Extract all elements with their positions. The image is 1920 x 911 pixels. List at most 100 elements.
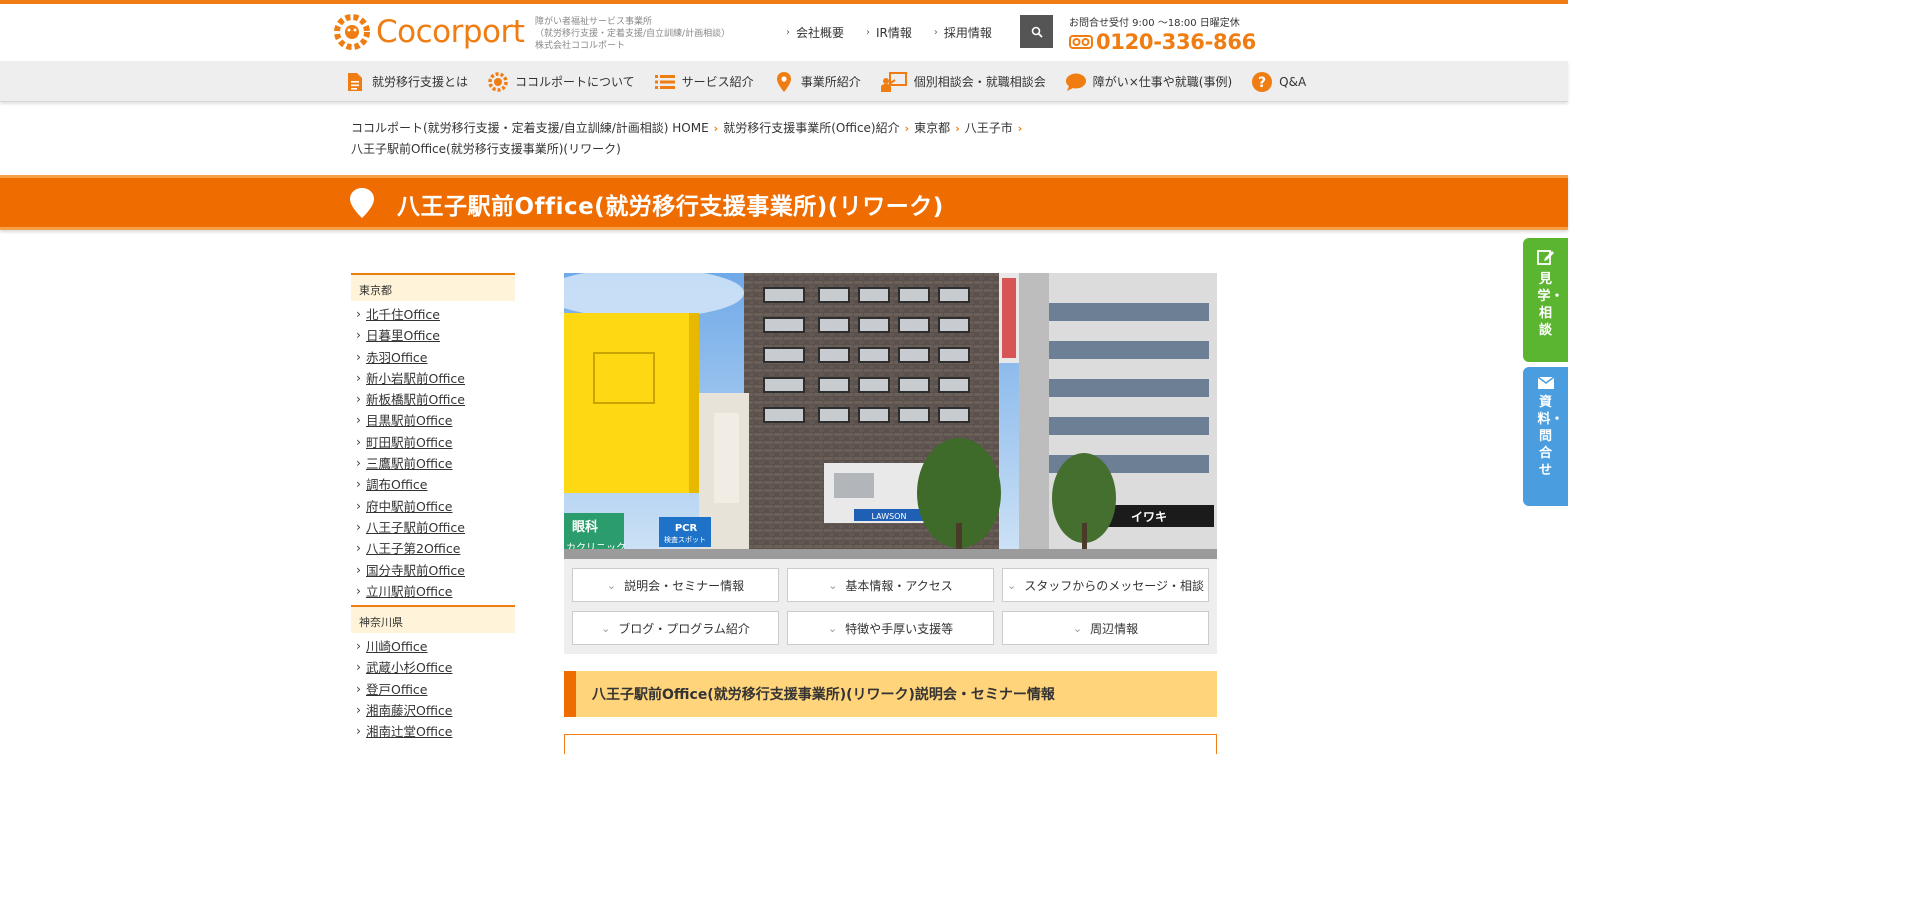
top-links: › 会社概要 › IR情報 › 採用情報 [786, 24, 1014, 41]
sidebar-item[interactable]: 北千住Office [351, 303, 515, 325]
gnav-item-offices[interactable]: 事業所紹介 [774, 71, 861, 92]
question-icon: ? [1252, 71, 1273, 92]
sidebar-item[interactable]: 町田駅前Office [351, 431, 515, 453]
page-title: 八王子駅前Office(就労移行支援事業所)(リワーク) [397, 194, 944, 220]
tab-label: 基本情報・アクセス [845, 578, 953, 593]
tab-label: 説明会・セミナー情報 [624, 578, 745, 593]
sidebar-item[interactable]: 赤羽Office [351, 346, 515, 368]
phone-number[interactable]: 0120-336-866 [1069, 30, 1256, 54]
photo-sign-lawson: LAWSON [872, 512, 907, 521]
chevron-down-icon: ⌄ [601, 621, 611, 635]
site-logo[interactable]: Cocorport [334, 14, 525, 50]
chevron-right-icon: › [1017, 122, 1023, 135]
logo-text: Cocorport [376, 14, 525, 50]
breadcrumb: ココルポート(就労移行支援・定着支援/自立訓練/計画相談) HOME › 就労移行支… [351, 118, 1051, 159]
sidebar-item[interactable]: 新板橋駅前Office [351, 388, 515, 410]
tab-features[interactable]: ⌄ 特徴や手厚い支援等 [787, 611, 994, 645]
phone-text: 0120-336-866 [1096, 30, 1256, 54]
gnav-item-cases[interactable]: 障がい×仕事や就職(事例) [1065, 72, 1233, 92]
tab-label: 特徴や手厚い支援等 [845, 621, 954, 636]
gnav-item-about-service[interactable]: 就労移行支援とは [345, 72, 468, 92]
gnav-label: 個別相談会・就職相談会 [913, 75, 1046, 89]
documents-inquiry-label: 資料・問合せ [1537, 395, 1564, 478]
global-nav: 就労移行支援とは ココルポートについて サービス紹介 事業所紹介 個別相談会・就… [0, 61, 1568, 102]
tab-access[interactable]: ⌄ 基本情報・アクセス [787, 568, 994, 602]
chevron-right-icon: › [866, 27, 871, 38]
gnav-label: 障がい×仕事や就職(事例) [1092, 75, 1233, 89]
gnav-item-consultation[interactable]: 個別相談会・就職相談会 [880, 71, 1046, 92]
tagline-line: 株式会社ココルポート [535, 41, 626, 51]
top-link-ir[interactable]: › IR情報 [866, 24, 912, 41]
sidebar-list-tokyo: 北千住Office 日暮里Office 赤羽Office 新小岩駅前Office… [351, 301, 515, 605]
tab-seminar[interactable]: ⌄ 説明会・セミナー情報 [572, 568, 779, 602]
sidebar-item[interactable]: 湘南辻堂Office [351, 720, 515, 742]
sidebar-item[interactable]: 新小岩駅前Office [351, 367, 515, 389]
svg-text:?: ? [1258, 75, 1266, 91]
contact-info: お問合せ受付 9:00 ～18:00 日曜定休 0120-336-866 [1069, 14, 1256, 54]
sidebar-item[interactable]: 登戸Office [351, 678, 515, 700]
site-header: Cocorport 障がい者福祉サービス事業所 （就労移行支援・定着支援/自立訓… [0, 4, 1568, 61]
breadcrumb-link-offices[interactable]: 就労移行支援事業所(Office)紹介 [723, 121, 899, 135]
gnav-label: 就労移行支援とは [372, 75, 469, 89]
list-icon [654, 74, 675, 89]
sidebar-item[interactable]: 調布Office [351, 473, 515, 495]
chevron-right-icon: › [713, 122, 719, 135]
chevron-right-icon: › [933, 27, 938, 38]
office-sidebar: 東京都 北千住Office 日暮里Office 赤羽Office 新小岩駅前Of… [351, 273, 515, 746]
section-tabs: ⌄ 説明会・セミナー情報 ⌄ 基本情報・アクセス ⌄ スタッフからのメッセージ・相談 … [564, 559, 1217, 654]
chevron-down-icon: ⌄ [1072, 621, 1083, 635]
sidebar-item[interactable]: 武蔵小杉Office [351, 656, 515, 678]
top-link-company[interactable]: › 会社概要 [786, 24, 844, 41]
photo-sign-clinic: 眼科 [572, 519, 598, 535]
breadcrumb-link-tokyo[interactable]: 東京都 [914, 121, 950, 135]
top-link-label: 採用情報 [943, 26, 992, 40]
sidebar-item[interactable]: 八王子第2Office [351, 537, 515, 559]
tab-surroundings[interactable]: ⌄ 周辺情報 [1002, 611, 1209, 645]
top-link-recruit[interactable]: › 採用情報 [934, 24, 992, 41]
gnav-label: ココルポートについて [515, 75, 635, 89]
gnav-item-services[interactable]: サービス紹介 [654, 72, 754, 92]
sidebar-heading-kanagawa: 神奈川県 [351, 605, 515, 634]
sidebar-item[interactable]: 目黒駅前Office [351, 409, 515, 431]
tagline-line: 障がい者福祉サービス事業所 [535, 17, 653, 27]
gnav-item-about-cocorport[interactable]: ココルポートについて [488, 71, 635, 92]
gnav-item-qa[interactable]: ? Q&A [1252, 71, 1307, 92]
document-icon [348, 72, 362, 91]
office-building-photo: 眼科 カクリニック PCR 検査スポット LAWSON イワキ [564, 273, 1217, 559]
sidebar-item[interactable]: 府中駅前Office [351, 495, 515, 517]
gnav-label: 事業所紹介 [800, 75, 861, 89]
sidebar-item[interactable]: 川崎Office [351, 635, 515, 657]
contact-hours: お問合せ受付 9:00 ～18:00 日曜定休 [1069, 18, 1240, 29]
sidebar-list-kanagawa: 川崎Office 武蔵小杉Office 登戸Office 湘南藤沢Office … [351, 633, 515, 745]
logo-icon [488, 71, 508, 92]
chevron-down-icon: ⌄ [827, 621, 838, 635]
top-link-label: 会社概要 [796, 26, 845, 40]
documents-inquiry-button[interactable]: 資料・問合せ [1523, 367, 1568, 506]
free-dial-icon [1069, 35, 1093, 49]
photo-sign-pcr: PCR [675, 523, 698, 534]
visit-consult-label: 見学・相談 [1537, 272, 1564, 338]
sidebar-item[interactable]: 三鷹駅前Office [351, 452, 515, 474]
page-title-bar: 八王子駅前Office(就労移行支援事業所)(リワーク) [0, 175, 1568, 230]
sidebar-item[interactable]: 国分寺駅前Office [351, 559, 515, 581]
tagline-line: （就労移行支援・定着支援/自立訓練/計画相談） [535, 29, 731, 39]
photo-sign-pcr-sub: 検査スポット [664, 535, 706, 544]
chevron-down-icon: ⌄ [1007, 578, 1017, 592]
breadcrumb-link-hachioji[interactable]: 八王子市 [965, 121, 1013, 135]
sidebar-item[interactable]: 八王子駅前Office [351, 516, 515, 538]
sidebar-item[interactable]: 日暮里Office [351, 324, 515, 346]
sidebar-item[interactable]: 湘南藤沢Office [351, 699, 515, 721]
speech-bubble-icon [1065, 73, 1086, 91]
sidebar-item[interactable]: 立川駅前Office [351, 580, 515, 602]
tab-staff-message[interactable]: ⌄ スタッフからのメッセージ・相談 [1002, 568, 1209, 602]
tab-blog[interactable]: ⌄ ブログ・プログラム紹介 [572, 611, 779, 645]
breadcrumb-link-home[interactable]: ココルポート(就労移行支援・定着支援/自立訓練/計画相談) HOME [351, 121, 709, 135]
breadcrumb-current: 八王子駅前Office(就労移行支援事業所)(リワーク) [351, 142, 621, 156]
visit-consult-button[interactable]: 見学・相談 [1523, 238, 1568, 362]
building-illustration: 眼科 カクリニック PCR 検査スポット LAWSON イワキ [564, 273, 1217, 559]
chevron-right-icon: › [955, 122, 960, 135]
tab-label: ブログ・プログラム紹介 [618, 621, 750, 636]
seminar-content-box [564, 734, 1217, 754]
gnav-label: Q&A [1279, 74, 1307, 89]
search-button[interactable] [1020, 15, 1053, 48]
